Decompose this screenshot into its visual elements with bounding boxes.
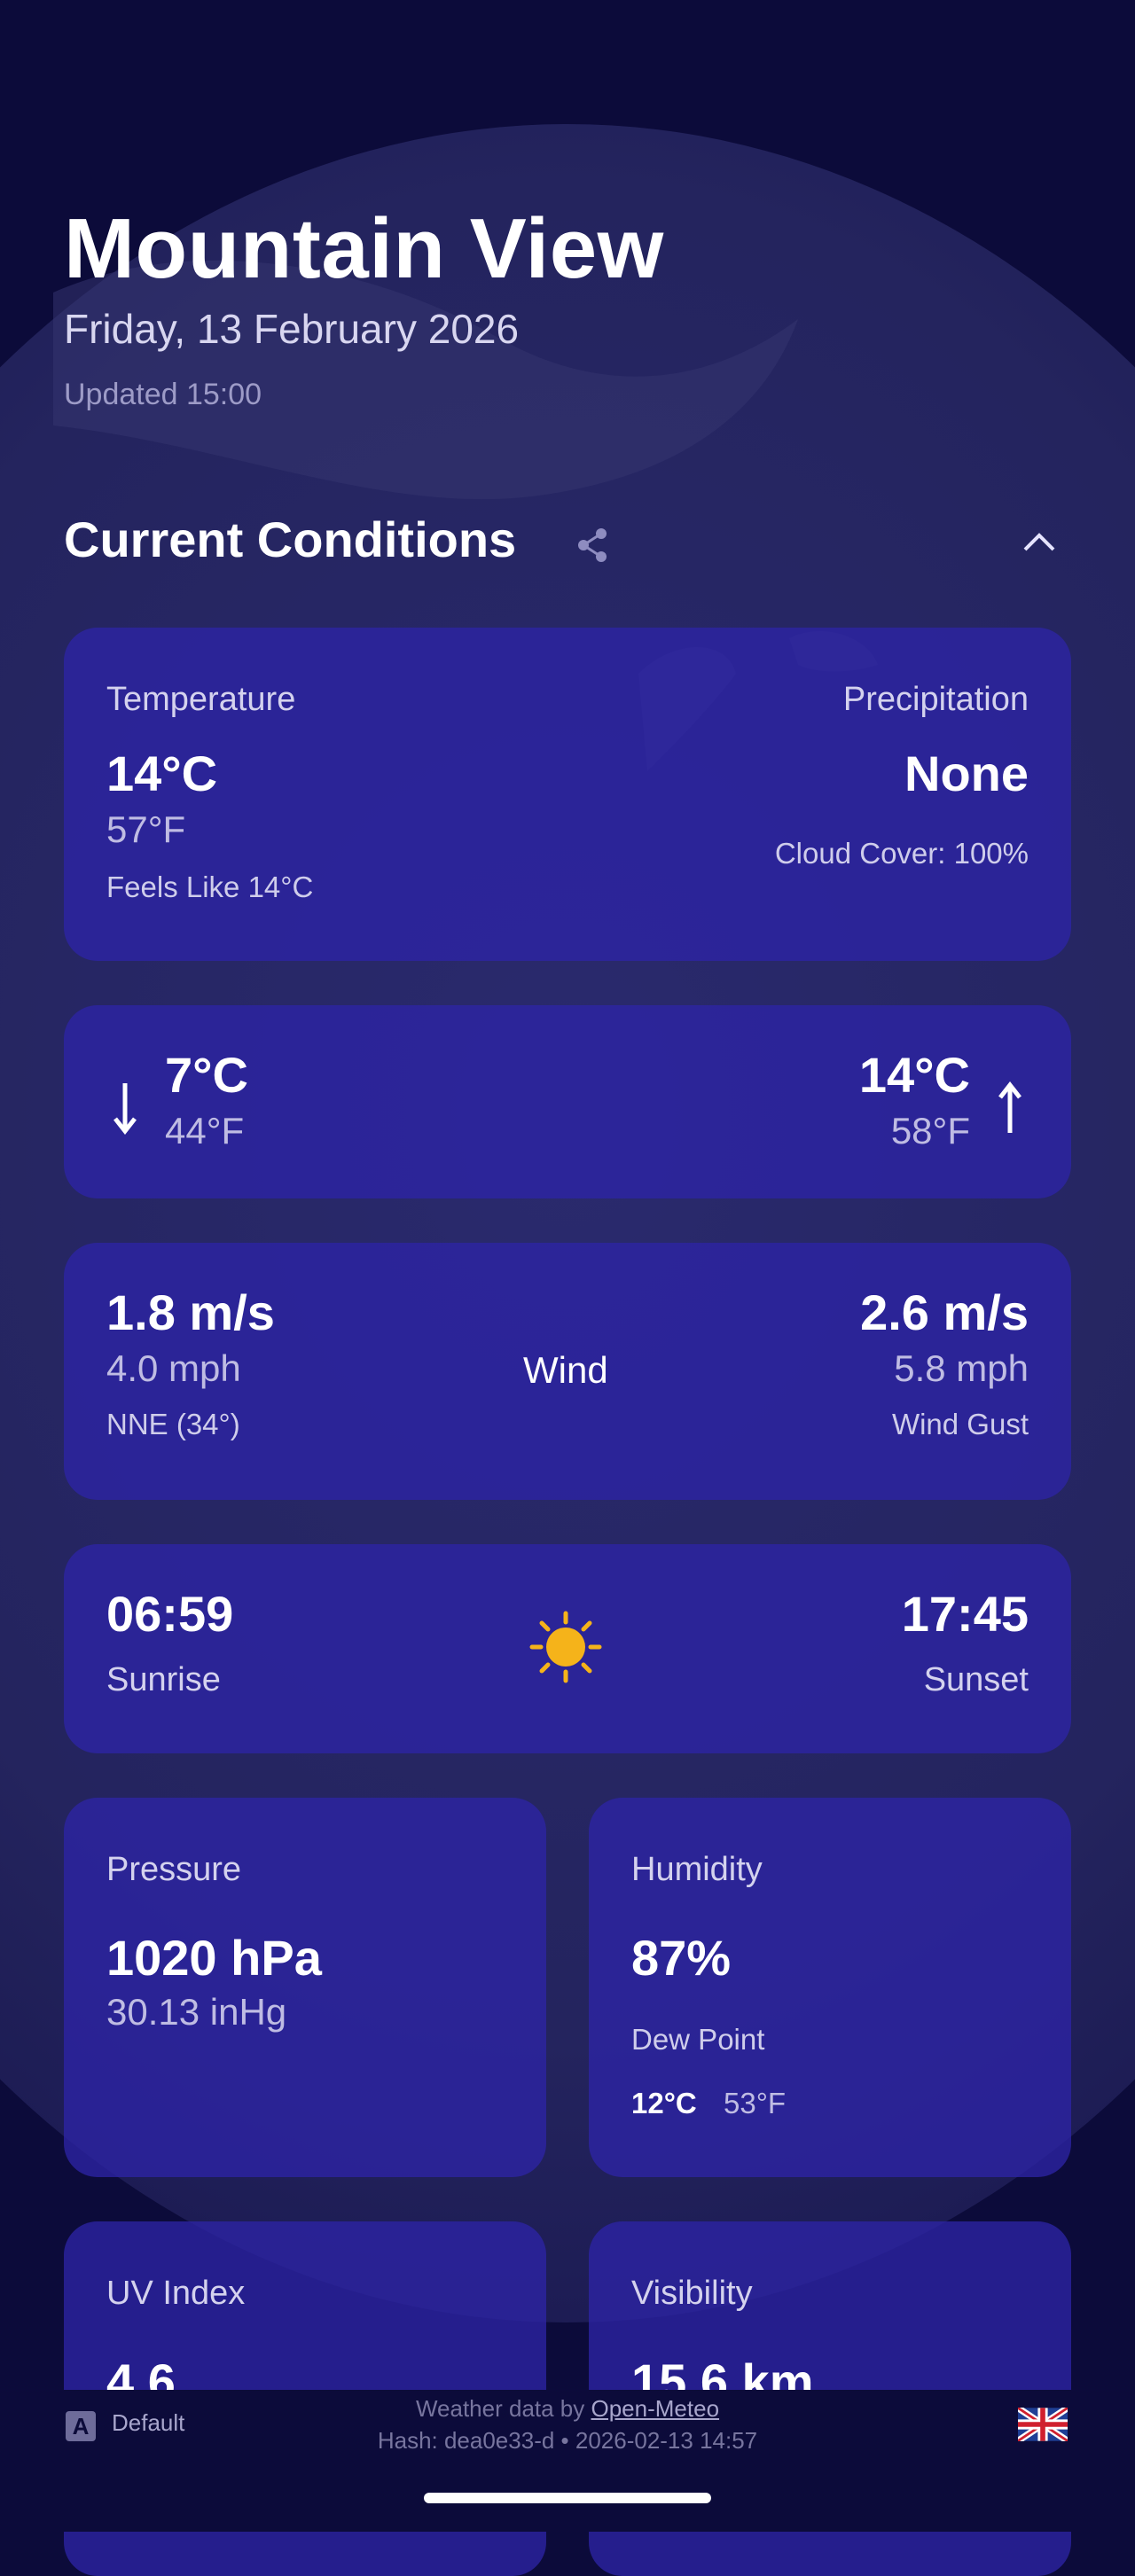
home-indicator[interactable]: [424, 2493, 711, 2503]
pressure-hpa: 1020 hPa: [106, 1930, 322, 1986]
humidity-label: Humidity: [631, 1851, 763, 1888]
wind-direction: NNE (34°): [106, 1408, 240, 1440]
city-title: Mountain View: [64, 201, 664, 296]
chevron-up-icon[interactable]: [1022, 528, 1057, 555]
arrow-up-icon: [998, 1081, 1022, 1133]
arrow-down-icon: [114, 1083, 137, 1135]
min-temp-celsius: 7°C: [165, 1047, 248, 1103]
precipitation-label: Precipitation: [842, 681, 1029, 718]
dew-point-celsius: 12°C: [631, 2087, 697, 2119]
open-meteo-link[interactable]: Open-Meteo: [591, 2395, 720, 2422]
min-temp-fahrenheit: 44°F: [165, 1110, 245, 1151]
uv-label: UV Index: [106, 2275, 246, 2312]
section-title: Current Conditions: [64, 511, 517, 567]
max-temp-fahrenheit: 58°F: [890, 1110, 970, 1151]
visibility-label: Visibility: [631, 2275, 753, 2312]
wind-gust-mph: 5.8 mph: [894, 1347, 1029, 1389]
wind-gust-ms: 2.6 m/s: [860, 1284, 1029, 1340]
updated-text: Updated 15:00: [64, 378, 262, 411]
credit-prefix: Weather data by: [415, 2395, 591, 2422]
sunrise-time: 06:59: [106, 1586, 234, 1642]
temperature-celsius: 14°C: [106, 745, 218, 801]
build-hash: Hash: dea0e33-d • 2026-02-13 14:57: [377, 2427, 758, 2454]
wind-speed-mph: 4.0 mph: [106, 1347, 241, 1389]
wind-gust-label: Wind Gust: [891, 1408, 1029, 1440]
sunrise-label: Sunrise: [106, 1661, 221, 1698]
wind-speed-ms: 1.8 m/s: [106, 1284, 275, 1340]
dew-point-fahrenheit: 53°F: [724, 2087, 787, 2119]
sunset-label: Sunset: [923, 1661, 1029, 1698]
cloud-cover-text: Cloud Cover: 100%: [774, 837, 1029, 870]
sunset-time: 17:45: [901, 1586, 1029, 1642]
max-temp-celsius: 14°C: [858, 1047, 970, 1103]
pressure-label: Pressure: [106, 1851, 242, 1888]
share-icon[interactable]: [575, 527, 610, 564]
sun-icon: [529, 1611, 602, 1683]
dew-point-label: Dew Point: [631, 2023, 765, 2056]
humidity-value: 87%: [631, 1930, 732, 1986]
feels-like-text: Feels Like 14°C: [106, 870, 314, 903]
data-credit: Weather data by Open-Meteo: [0, 2395, 1135, 2423]
uk-flag-icon[interactable]: [1018, 2408, 1068, 2441]
wind-label: Wind: [523, 1349, 608, 1391]
temperature-fahrenheit: 57°F: [106, 808, 186, 850]
temperature-label: Temperature: [106, 681, 296, 718]
precipitation-value: None: [904, 745, 1029, 801]
pressure-inhg: 30.13 inHg: [106, 1991, 287, 2033]
date-text: Friday, 13 February 2026: [64, 306, 520, 352]
